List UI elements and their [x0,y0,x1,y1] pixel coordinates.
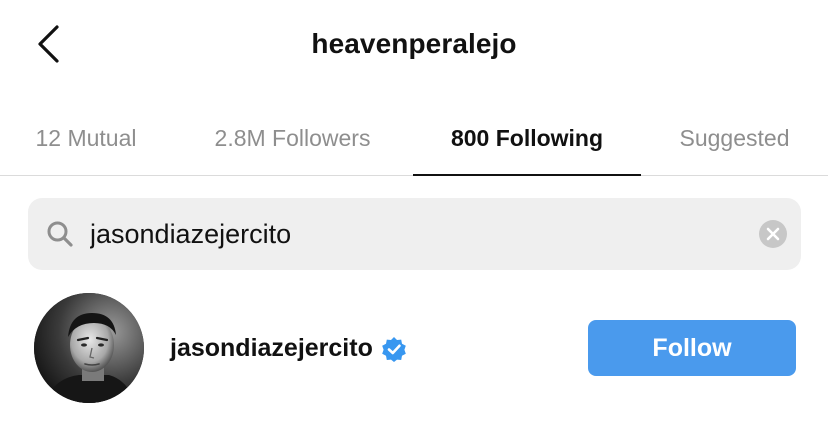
tab-suggested[interactable]: Suggested [641,100,828,176]
tab-mutual[interactable]: 12 Mutual [0,100,172,176]
clear-icon [766,227,780,241]
username-group[interactable]: jasondiazejercito [170,334,407,363]
search-icon [47,221,73,247]
avatar[interactable] [34,293,144,403]
tab-bar: 12 Mutual 2.8M Followers 800 Following S… [0,100,828,176]
search-input[interactable] [90,198,730,270]
active-tab-indicator [413,174,641,176]
clear-search-button[interactable] [759,220,787,248]
header: heavenperalejo [0,0,828,92]
tab-following[interactable]: 800 Following [413,100,641,176]
username[interactable]: jasondiazejercito [170,334,373,363]
follow-button[interactable]: Follow [588,320,796,376]
page-title: heavenperalejo [311,28,517,59]
verified-badge-icon [382,336,406,362]
following-screen: heavenperalejo 12 Mutual 2.8M Followers … [0,0,828,447]
search-bar [28,198,801,270]
list-item[interactable]: jasondiazejercito Follow [0,286,828,416]
avatar-photo [34,293,144,403]
tab-followers[interactable]: 2.8M Followers [172,100,413,176]
